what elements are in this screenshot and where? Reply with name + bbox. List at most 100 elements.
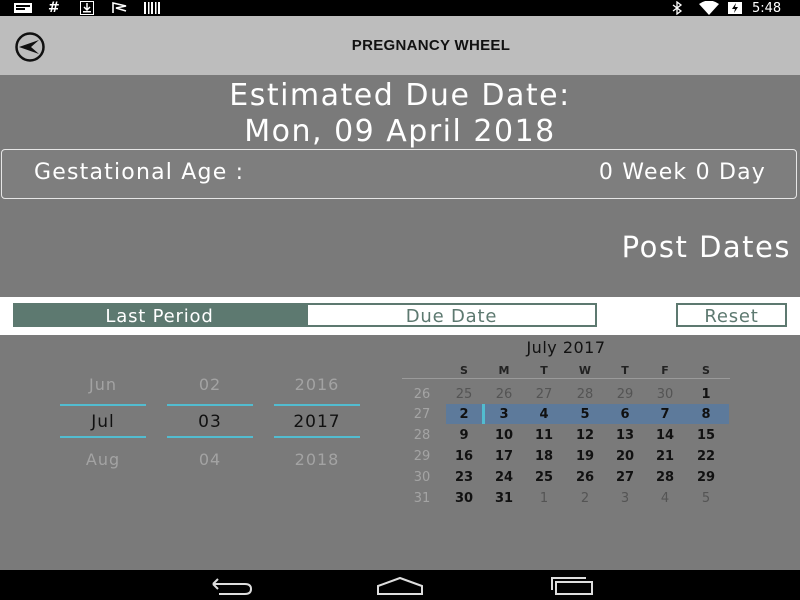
reset-button[interactable]: Reset — [676, 303, 787, 327]
calendar-day[interactable]: 22 — [686, 449, 726, 464]
calendar-day[interactable]: 20 — [605, 449, 645, 464]
week-number: 27 — [413, 407, 431, 422]
tab-last-period[interactable]: Last Period — [13, 303, 306, 327]
calendar-divider — [402, 378, 730, 379]
calendar-day[interactable]: 8 — [686, 407, 726, 422]
picker-divider — [60, 436, 146, 438]
calendar-day[interactable]: 31 — [484, 491, 524, 506]
calendar-day[interactable]: 2 — [444, 407, 484, 422]
month-picker[interactable]: Jun Jul Aug — [60, 360, 146, 480]
weekday-header: S — [702, 364, 710, 377]
back-arrow-icon — [15, 32, 45, 62]
calendar-day[interactable]: 14 — [645, 428, 685, 443]
navigation-bar — [0, 570, 800, 600]
gestational-age-box: Gestational Age : 0 Week 0 Day — [1, 149, 797, 199]
page-title: PREGNANCY WHEEL — [351, 37, 511, 54]
week-number: 30 — [413, 470, 431, 485]
calendar-day[interactable]: 11 — [524, 428, 564, 443]
weekday-header: T — [540, 364, 548, 377]
back-icon[interactable] — [205, 574, 253, 600]
calendar-day[interactable]: 24 — [484, 470, 524, 485]
weekday-header: M — [498, 364, 510, 377]
home-icon[interactable] — [376, 574, 424, 600]
calendar-day[interactable]: 10 — [484, 428, 524, 443]
calendar-day[interactable]: 5 — [565, 407, 605, 422]
download-icon — [80, 1, 94, 15]
calendar-day[interactable]: 15 — [686, 428, 726, 443]
calendar-day[interactable]: 4 — [645, 491, 685, 506]
calendar-day[interactable]: 28 — [645, 470, 685, 485]
calendar-day[interactable]: 27 — [605, 470, 645, 485]
calendar-day[interactable]: 3 — [605, 491, 645, 506]
calendar-day[interactable]: 21 — [645, 449, 685, 464]
calendar: July 2017 S M T W T F S 26 25 26 27 28 29 30 1 27 2 3 4 5 6 7… — [402, 338, 730, 518]
year-prev[interactable]: 2016 — [274, 375, 360, 394]
calendar-day[interactable]: 12 — [565, 428, 605, 443]
day-next[interactable]: 04 — [167, 450, 253, 469]
calendar-day[interactable]: 16 — [444, 449, 484, 464]
mode-tab-strip: Last Period Due Date Reset — [0, 297, 800, 335]
calendar-day[interactable]: 4 — [524, 407, 564, 422]
calendar-day[interactable]: 30 — [444, 491, 484, 506]
flag-icon — [112, 1, 128, 15]
calendar-day[interactable]: 6 — [605, 407, 645, 422]
calendar-day[interactable]: 3 — [484, 407, 524, 422]
calendar-day[interactable]: 18 — [524, 449, 564, 464]
day-prev[interactable]: 02 — [167, 375, 253, 394]
calendar-day[interactable]: 13 — [605, 428, 645, 443]
gestational-age-value: 0 Week 0 Day — [598, 160, 766, 185]
bluetooth-icon — [671, 1, 683, 15]
action-bar: PREGNANCY WHEEL — [0, 16, 800, 75]
gestational-age-label: Gestational Age : — [34, 160, 245, 185]
wifi-icon — [699, 1, 719, 15]
day-current[interactable]: 03 — [167, 412, 253, 432]
week-number: 28 — [413, 428, 431, 443]
calendar-day[interactable]: 17 — [484, 449, 524, 464]
calendar-day[interactable]: 1 — [524, 491, 564, 506]
month-prev[interactable]: Jun — [60, 375, 146, 394]
day-picker[interactable]: 02 03 04 — [167, 360, 253, 480]
calendar-day[interactable]: 28 — [565, 387, 605, 402]
picker-divider — [60, 404, 146, 406]
calendar-day[interactable]: 7 — [645, 407, 685, 422]
recent-apps-icon[interactable] — [548, 574, 596, 600]
picker-divider — [167, 436, 253, 438]
due-date-value: Mon, 09 April 2018 — [244, 114, 556, 149]
calendar-title: July 2017 — [526, 338, 606, 357]
status-bar: # 5:48 — [0, 0, 800, 16]
month-current[interactable]: Jul — [60, 412, 146, 432]
calendar-day[interactable]: 5 — [686, 491, 726, 506]
week-number: 31 — [413, 491, 431, 506]
back-button[interactable] — [14, 31, 46, 63]
message-icon — [14, 1, 32, 15]
barcode-icon — [144, 1, 160, 15]
calendar-day[interactable]: 26 — [484, 387, 524, 402]
calendar-day[interactable]: 25 — [444, 387, 484, 402]
weekday-header: T — [621, 364, 629, 377]
post-dates-text: Post Dates — [621, 230, 791, 264]
week-number: 26 — [413, 387, 431, 402]
calendar-day[interactable]: 9 — [444, 428, 484, 443]
month-next[interactable]: Aug — [60, 450, 146, 469]
calendar-day[interactable]: 29 — [686, 470, 726, 485]
year-current[interactable]: 2017 — [274, 412, 360, 432]
calendar-day[interactable]: 1 — [686, 387, 726, 402]
status-time: 5:48 — [752, 0, 782, 16]
calendar-day[interactable]: 25 — [524, 470, 564, 485]
year-next[interactable]: 2018 — [274, 450, 360, 469]
weekday-header: F — [661, 364, 669, 377]
calendar-day[interactable]: 19 — [565, 449, 605, 464]
calendar-day[interactable]: 23 — [444, 470, 484, 485]
calendar-day[interactable]: 2 — [565, 491, 605, 506]
calendar-day[interactable]: 27 — [524, 387, 564, 402]
calendar-day[interactable]: 29 — [605, 387, 645, 402]
year-picker[interactable]: 2016 2017 2018 — [274, 360, 360, 480]
weekday-header: S — [460, 364, 468, 377]
week-number: 29 — [413, 449, 431, 464]
due-date-label: Estimated Due Date: — [229, 78, 571, 113]
picker-divider — [274, 404, 360, 406]
calendar-day[interactable]: 26 — [565, 470, 605, 485]
hash-icon: # — [48, 0, 60, 16]
tab-due-date[interactable]: Due Date — [306, 303, 597, 327]
calendar-day[interactable]: 30 — [645, 387, 685, 402]
